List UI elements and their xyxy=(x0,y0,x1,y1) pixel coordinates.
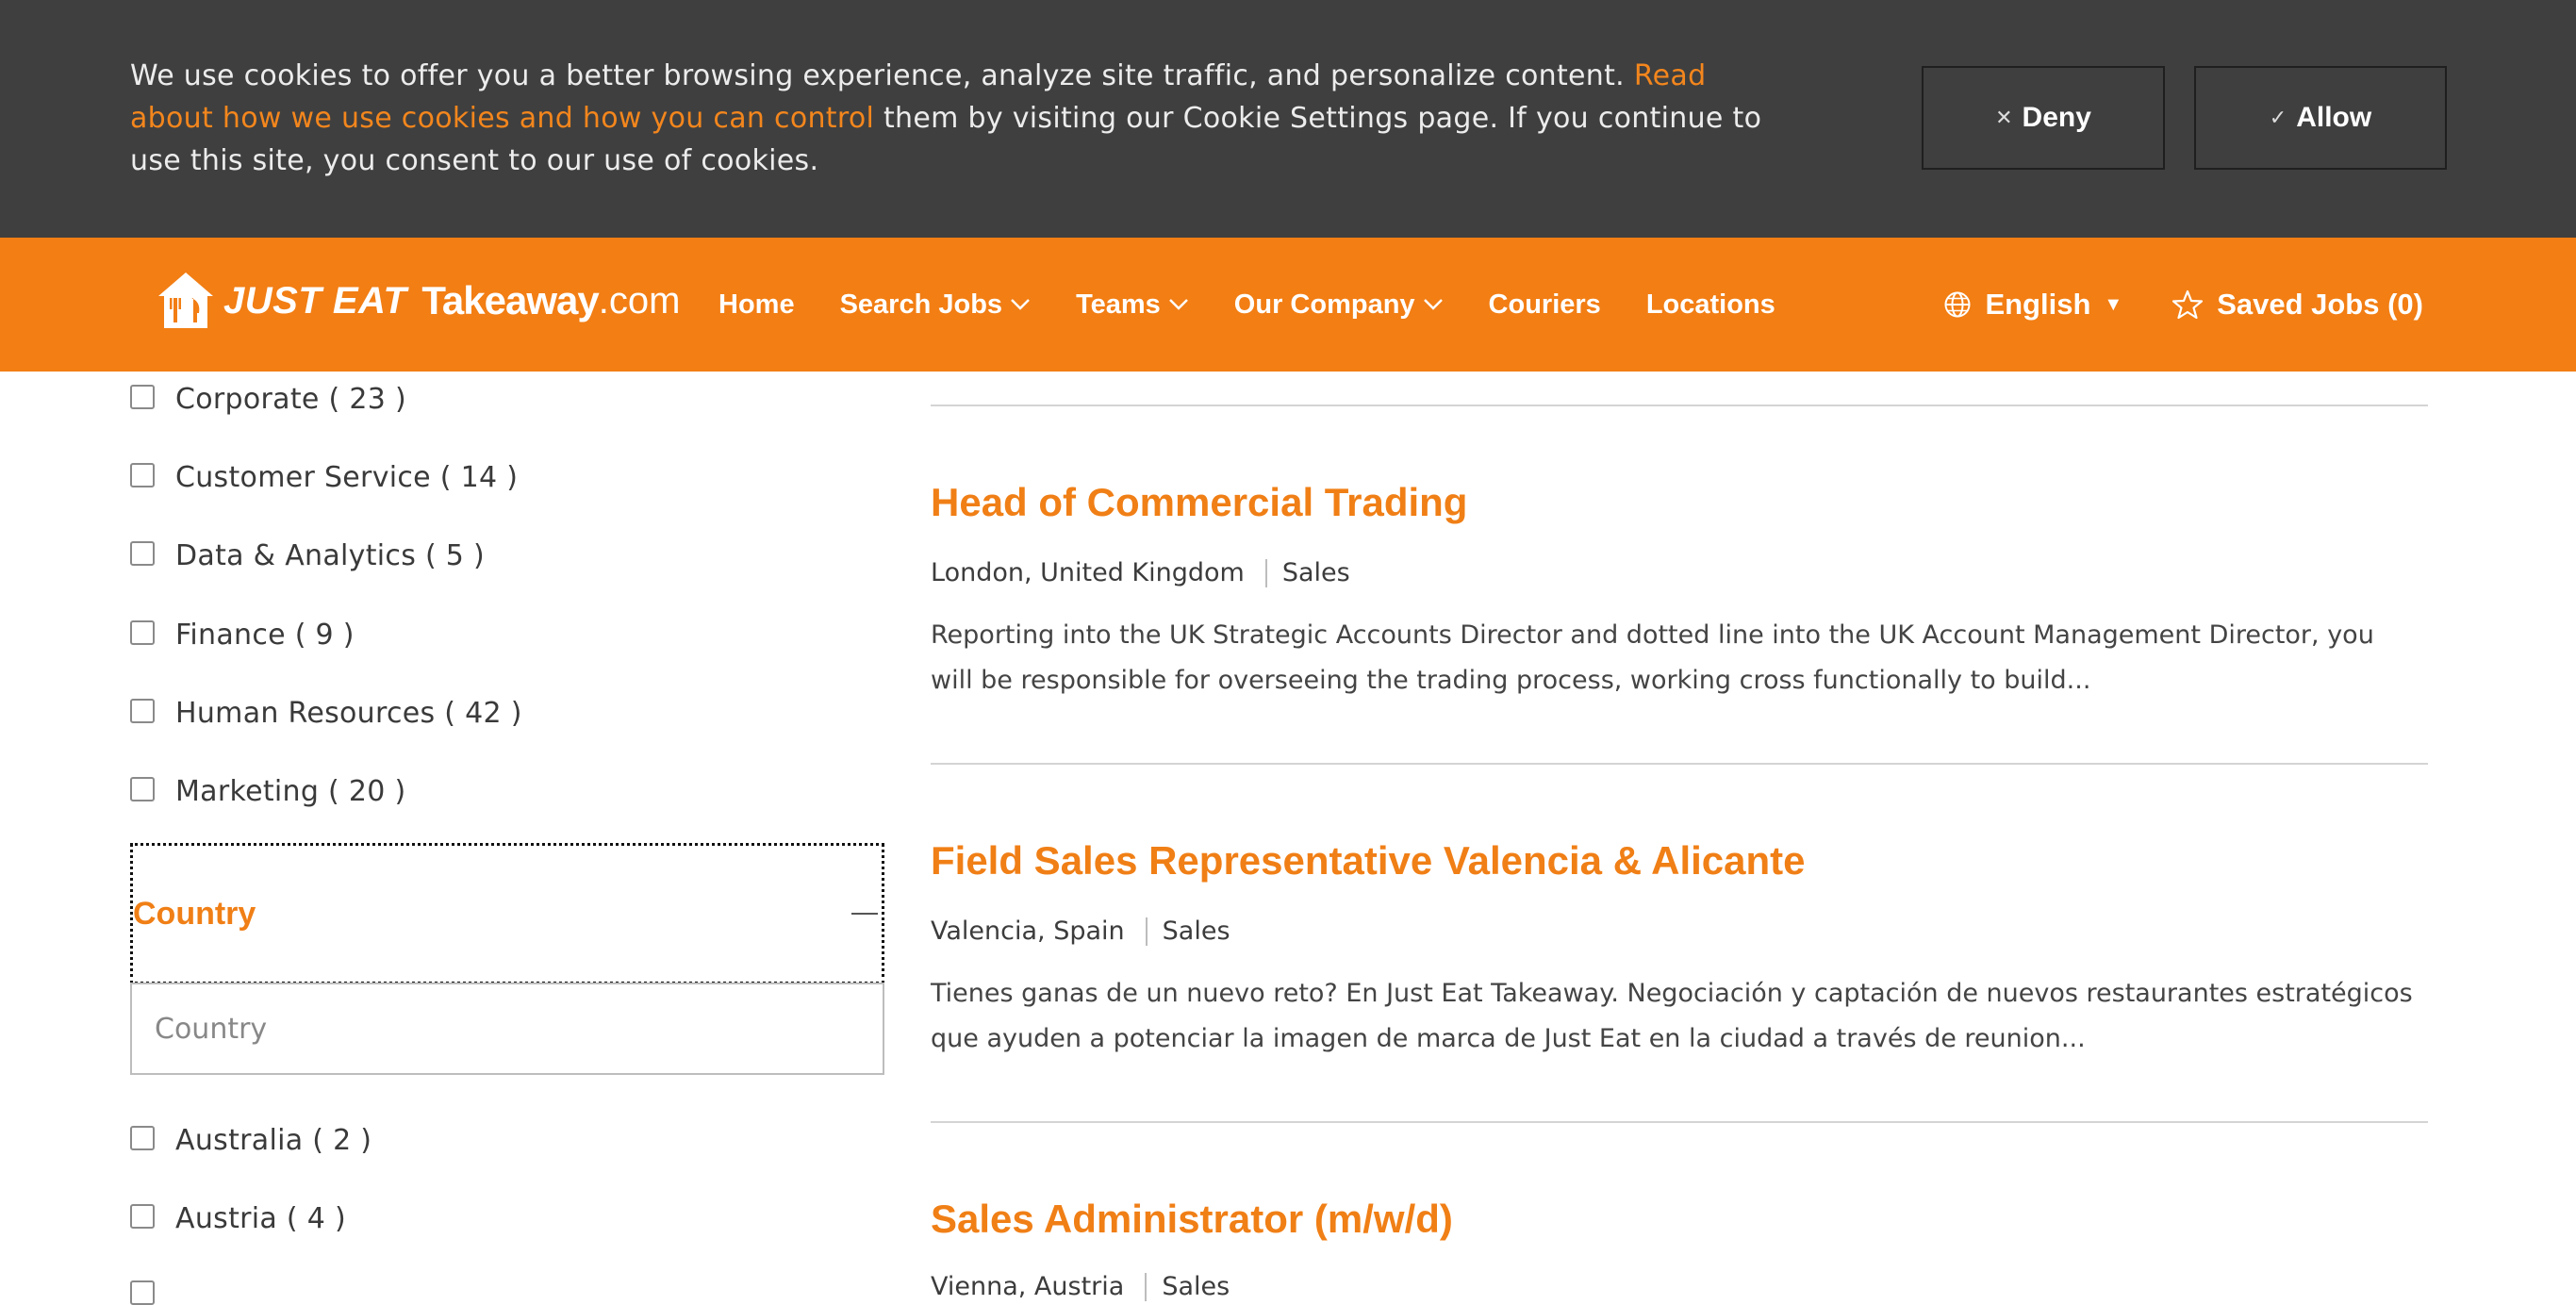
site-logo[interactable]: JUST EAT Takeaway .com xyxy=(156,258,680,343)
nav-couriers[interactable]: Couriers xyxy=(1489,289,1601,321)
result-divider xyxy=(931,405,2428,406)
filter-option-label: Data & Analytics ( 5 ) xyxy=(175,539,486,572)
checkbox[interactable] xyxy=(130,777,155,801)
allow-label: Allow xyxy=(2296,102,2372,133)
logo-text-just-eat: JUST EAT xyxy=(223,279,407,322)
filter-country-australia[interactable]: Australia ( 2 ) xyxy=(130,1124,372,1157)
country-search-input[interactable] xyxy=(130,983,884,1075)
job-location: Valencia, Spain xyxy=(931,917,1125,946)
globe-icon xyxy=(1944,291,1971,318)
meta-separator xyxy=(1145,1272,1148,1301)
saved-jobs-link[interactable]: Saved Jobs (0) xyxy=(2171,288,2423,322)
logo-text-takeaway: Takeaway xyxy=(421,278,599,322)
job-title-link[interactable]: Field Sales Representative Valencia & Al… xyxy=(931,838,1806,884)
language-label: English xyxy=(1985,288,2091,321)
cookie-message: We use cookies to offer you a better bro… xyxy=(130,55,1771,182)
house-logo-icon xyxy=(158,273,213,328)
checkbox[interactable] xyxy=(130,541,155,566)
collapse-icon xyxy=(851,913,878,915)
nav-couriers-label: Couriers xyxy=(1488,289,1601,320)
close-icon: ✕ xyxy=(1995,106,2013,129)
nav-teams[interactable]: Teams xyxy=(1076,289,1189,321)
filter-category-finance[interactable]: Finance ( 9 ) xyxy=(130,619,355,652)
cookie-text-before: We use cookies to offer you a better bro… xyxy=(130,59,1634,92)
job-category: Sales xyxy=(1162,917,1230,946)
nav-teams-label: Teams xyxy=(1076,289,1161,320)
chevron-down-icon xyxy=(1011,299,1030,310)
filter-option-label: Corporate ( 23 ) xyxy=(175,383,406,416)
job-location: London, United Kingdom xyxy=(931,558,1245,587)
nav-our-company-label: Our Company xyxy=(1233,289,1415,320)
country-filter-toggle[interactable]: Country xyxy=(130,843,884,984)
filter-category-customer-service[interactable]: Customer Service ( 14 ) xyxy=(130,461,518,494)
saved-jobs-label: Saved Jobs (0) xyxy=(2217,288,2423,321)
filter-option-label: Customer Service ( 14 ) xyxy=(175,461,519,494)
chevron-down-icon xyxy=(1168,299,1188,310)
language-selector[interactable]: English ▼ xyxy=(1943,288,2122,322)
filter-option-label: Austria ( 4 ) xyxy=(175,1202,346,1235)
meta-separator xyxy=(1264,558,1267,587)
checkbox[interactable] xyxy=(130,1204,155,1229)
filter-category-data-analytics[interactable]: Data & Analytics ( 5 ) xyxy=(130,539,485,572)
nav-locations[interactable]: Locations xyxy=(1646,289,1775,321)
nav-search-jobs-label: Search Jobs xyxy=(839,289,1003,320)
deny-label: Deny xyxy=(2022,102,2091,133)
job-results: Head of Commercial Trading London, Unite… xyxy=(931,372,2428,1301)
filter-option-label: Australia ( 2 ) xyxy=(175,1124,372,1157)
allow-cookies-button[interactable]: ✓ Allow xyxy=(2194,66,2447,170)
filter-option-label: Finance ( 9 ) xyxy=(175,619,355,652)
filter-option-label: Human Resources ( 42 ) xyxy=(175,697,522,730)
result-divider xyxy=(931,763,2428,765)
job-category: Sales xyxy=(1162,1272,1230,1301)
job-title-link[interactable]: Head of Commercial Trading xyxy=(931,480,1467,525)
nav-home-label: Home xyxy=(718,289,795,320)
chevron-down-icon xyxy=(1423,299,1443,310)
logo-text-dotcom: .com xyxy=(598,279,681,322)
filter-category-human-resources[interactable]: Human Resources ( 42 ) xyxy=(130,697,522,730)
result-divider xyxy=(931,1121,2428,1123)
job-location: Vienna, Austria xyxy=(931,1272,1125,1301)
nav-utilities: English ▼ Saved Jobs (0) xyxy=(1943,238,2423,372)
cookie-banner: We use cookies to offer you a better bro… xyxy=(0,0,2576,238)
nav-links: Home Search Jobs Teams Our Company Couri… xyxy=(718,238,1775,372)
job-title-link[interactable]: Sales Administrator (m/w/d) xyxy=(931,1197,1453,1242)
job-description: Reporting into the UK Strategic Accounts… xyxy=(931,620,2374,695)
checkbox[interactable] xyxy=(130,1126,155,1150)
caret-down-icon: ▼ xyxy=(2104,293,2123,315)
meta-separator xyxy=(1145,917,1148,946)
nav-search-jobs[interactable]: Search Jobs xyxy=(840,289,1031,321)
checkbox[interactable] xyxy=(130,699,155,723)
job-category: Sales xyxy=(1281,558,1350,587)
main-nav: JUST EAT Takeaway .com Home Search Jobs T… xyxy=(0,238,2576,372)
nav-home[interactable]: Home xyxy=(718,289,795,321)
checkbox[interactable] xyxy=(130,1280,155,1305)
filter-category-marketing[interactable]: Marketing ( 20 ) xyxy=(130,775,406,813)
job-meta: Valencia, Spain Sales xyxy=(931,917,1230,946)
filter-option-label: Marketing ( 20 ) xyxy=(175,775,406,808)
job-meta: Vienna, Austria Sales xyxy=(931,1272,1230,1301)
filter-category-corporate[interactable]: Corporate ( 23 ) xyxy=(130,383,406,416)
job-description: Tienes ganas de un nuevo reto? En Just E… xyxy=(931,979,2413,1053)
job-meta: London, United Kingdom Sales xyxy=(931,558,1350,587)
checkbox[interactable] xyxy=(130,620,155,645)
filter-country-next[interactable] xyxy=(130,1279,155,1305)
checkbox[interactable] xyxy=(130,385,155,409)
country-filter-heading: Country xyxy=(133,895,256,932)
nav-locations-label: Locations xyxy=(1645,289,1775,320)
deny-cookies-button[interactable]: ✕ Deny xyxy=(1922,66,2165,170)
check-icon: ✓ xyxy=(2269,106,2287,129)
checkbox[interactable] xyxy=(130,463,155,487)
filter-country-austria[interactable]: Austria ( 4 ) xyxy=(130,1202,346,1235)
job-filters: Corporate ( 23 ) Customer Service ( 14 )… xyxy=(130,372,884,1305)
star-icon xyxy=(2172,289,2204,320)
nav-our-company[interactable]: Our Company xyxy=(1234,289,1444,321)
